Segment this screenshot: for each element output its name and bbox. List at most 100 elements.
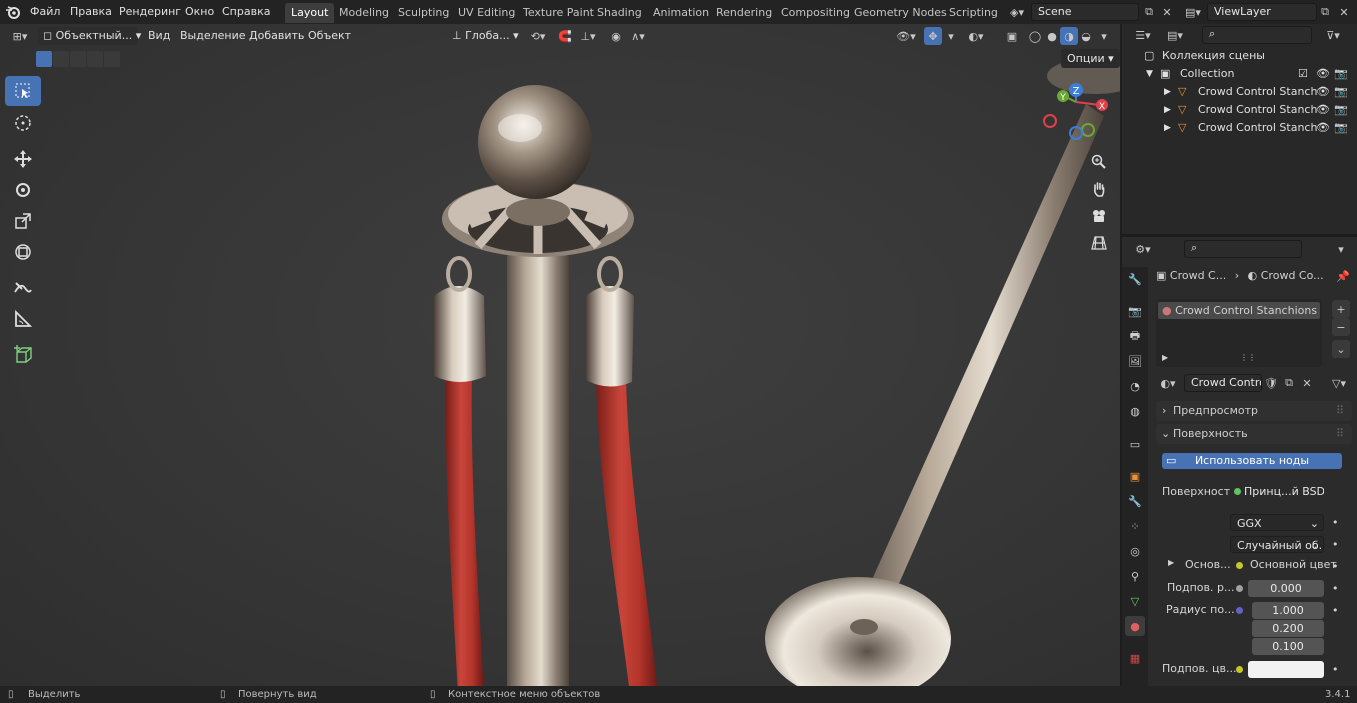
- texture-tab-icon[interactable]: ▦: [1125, 648, 1145, 668]
- expand-arrow-icon[interactable]: ▶: [1168, 558, 1174, 567]
- object-row[interactable]: ▶ ▽ Crowd Control Stanch 👁 📷: [1122, 83, 1357, 101]
- surface-panel-header[interactable]: ⌄ Поверхность ⠿: [1156, 424, 1352, 444]
- navigation-gizmo[interactable]: Z X Y: [1036, 80, 1116, 150]
- camera-view-button[interactable]: [1086, 203, 1112, 229]
- eye-icon[interactable]: 👁: [1316, 119, 1330, 137]
- annotate-tool[interactable]: [5, 273, 41, 303]
- overlays-icon[interactable]: ◐▾: [964, 27, 988, 45]
- drag-handle-icon[interactable]: ⠿: [1336, 424, 1344, 444]
- blender-logo-icon[interactable]: [5, 4, 21, 20]
- falloff-icon[interactable]: ∧▾: [625, 27, 651, 45]
- new-view-layer-icon[interactable]: ⧉: [1316, 3, 1334, 21]
- use-nodes-button[interactable]: ▭ Использовать ноды: [1162, 453, 1342, 469]
- tab-rendering[interactable]: Rendering: [710, 3, 778, 23]
- radius-x-field[interactable]: 1.000: [1252, 602, 1324, 619]
- subsurface-field[interactable]: 0.000: [1248, 580, 1324, 597]
- tab-uv-editing[interactable]: UV Editing: [452, 3, 521, 23]
- constraints-tab-icon[interactable]: ⚲: [1125, 566, 1145, 586]
- remove-slot-icon[interactable]: −: [1332, 318, 1350, 336]
- view-layer-tab-icon[interactable]: 🖼: [1125, 351, 1145, 371]
- tab-scripting[interactable]: Scripting: [943, 3, 1004, 23]
- subsurface-color-swatch[interactable]: [1248, 661, 1324, 678]
- physics-tab-icon[interactable]: ◎: [1125, 541, 1145, 561]
- radius-y-field[interactable]: 0.200: [1252, 620, 1324, 637]
- eye-icon[interactable]: 👁: [1316, 65, 1330, 83]
- tab-compositing[interactable]: Compositing: [775, 3, 856, 23]
- display-mode-icon[interactable]: ▤▾: [1162, 26, 1188, 44]
- tool-tab-icon[interactable]: 🔧: [1125, 269, 1145, 289]
- expand-arrow-icon[interactable]: ▼: [1146, 65, 1153, 83]
- transform-tool[interactable]: [5, 237, 41, 267]
- add-slot-icon[interactable]: +: [1332, 300, 1350, 318]
- pivot-point-icon[interactable]: ⟲▾: [526, 27, 550, 45]
- 3d-viewport[interactable]: ⊞▾ ◻ Объектный... ▾ Вид Выделение Добави…: [0, 24, 1120, 686]
- xray-icon[interactable]: ▣: [1003, 27, 1021, 45]
- measure-tool[interactable]: [5, 304, 41, 334]
- menu-select[interactable]: Выделение: [180, 27, 246, 45]
- delete-view-layer-icon[interactable]: ✕: [1335, 3, 1353, 21]
- move-tool[interactable]: [5, 144, 41, 174]
- radius-z-field[interactable]: 0.100: [1252, 638, 1324, 655]
- shading-material-icon[interactable]: ◑: [1060, 27, 1078, 45]
- surface-shader-field[interactable]: Принц...й BSDF: [1230, 483, 1324, 500]
- object-tab-icon[interactable]: ▣: [1125, 466, 1145, 486]
- drag-handle-icon[interactable]: ⠿: [1336, 401, 1344, 421]
- material-slot-item[interactable]: ● Crowd Control Stanchions: [1158, 302, 1320, 319]
- outliner-search-input[interactable]: ⌕: [1202, 26, 1312, 44]
- properties-search-input[interactable]: ⌕: [1184, 240, 1302, 258]
- material-slot-list[interactable]: ● Crowd Control Stanchions ▶ ⋮⋮: [1156, 299, 1322, 367]
- link-mode-icon[interactable]: ▽▾: [1326, 374, 1352, 392]
- filter-icon[interactable]: ⊽▾: [1320, 26, 1346, 44]
- tab-sculpting[interactable]: Sculpting: [392, 3, 455, 23]
- expand-arrow-icon[interactable]: ▶: [1164, 83, 1171, 101]
- menu-object[interactable]: Объект: [308, 27, 351, 45]
- camera-render-icon[interactable]: 📷: [1334, 101, 1348, 119]
- world-tab-icon[interactable]: ◍: [1125, 401, 1145, 421]
- tab-animation[interactable]: Animation: [647, 3, 715, 23]
- menu-view[interactable]: Вид: [148, 27, 170, 45]
- shading-wireframe-icon[interactable]: ◯: [1026, 27, 1044, 45]
- object-row[interactable]: ▶ ▽ Crowd Control Stanch 👁 📷: [1122, 119, 1357, 137]
- modifiers-tab-icon[interactable]: 🔧: [1125, 491, 1145, 511]
- tab-shading[interactable]: Shading: [591, 3, 648, 23]
- eye-icon[interactable]: 👁: [1316, 101, 1330, 119]
- view-layer-icon[interactable]: ▤▾: [1182, 3, 1204, 21]
- material-tab-icon[interactable]: ●: [1125, 616, 1145, 636]
- menu-help[interactable]: Справка: [222, 0, 270, 24]
- pin-icon[interactable]: 📌: [1334, 267, 1352, 285]
- tab-geometry-nodes[interactable]: Geometry Nodes: [848, 3, 953, 23]
- scene-collection-row[interactable]: ▢ Коллекция сцены: [1122, 47, 1357, 65]
- render-tab-icon[interactable]: 📷: [1125, 301, 1145, 321]
- material-name-field[interactable]: Crowd Contro...: [1184, 374, 1262, 392]
- gizmo-menu-icon[interactable]: ▾: [942, 27, 960, 45]
- data-tab-icon[interactable]: ▽: [1125, 591, 1145, 611]
- properties-editor-type-icon[interactable]: ⚙▾: [1130, 240, 1156, 258]
- menu-render[interactable]: Рендеринг: [119, 0, 181, 24]
- distribution-dropdown[interactable]: GGX ⌄: [1230, 514, 1324, 531]
- shading-menu-icon[interactable]: ▾: [1095, 27, 1113, 45]
- checkbox-icon[interactable]: ☑: [1298, 65, 1308, 83]
- camera-render-icon[interactable]: 📷: [1334, 65, 1348, 83]
- scale-tool[interactable]: [5, 206, 41, 236]
- properties-options-icon[interactable]: ▾: [1332, 240, 1350, 258]
- select-invert-icon[interactable]: [87, 51, 103, 67]
- duplicate-material-icon[interactable]: ⧉: [1280, 374, 1298, 392]
- view-layer-field[interactable]: ViewLayer: [1207, 3, 1317, 21]
- camera-render-icon[interactable]: 📷: [1334, 83, 1348, 101]
- select-intersect-icon[interactable]: [104, 51, 120, 67]
- delete-scene-icon[interactable]: ✕: [1158, 3, 1176, 21]
- object-row[interactable]: ▶ ▽ Crowd Control Stanch 👁 📷: [1122, 101, 1357, 119]
- outliner-editor-type-icon[interactable]: ☰▾: [1130, 26, 1156, 44]
- pan-view-button[interactable]: [1086, 176, 1112, 202]
- tab-texture-paint[interactable]: Texture Paint: [517, 3, 600, 23]
- editor-type-icon[interactable]: ⊞▾: [8, 27, 32, 45]
- rotate-tool[interactable]: [5, 175, 41, 205]
- tab-layout[interactable]: Layout: [285, 3, 335, 23]
- visibility-icon[interactable]: 👁▾: [892, 27, 920, 45]
- collection-tab-icon[interactable]: ▭: [1125, 434, 1145, 454]
- add-cube-tool[interactable]: [5, 340, 41, 370]
- material-browse-icon[interactable]: ◐▾: [1156, 374, 1180, 392]
- zoom-view-button[interactable]: [1086, 149, 1112, 175]
- resize-handle-icon[interactable]: ⋮⋮: [1240, 353, 1256, 362]
- slot-menu-icon[interactable]: ⌄: [1332, 340, 1350, 358]
